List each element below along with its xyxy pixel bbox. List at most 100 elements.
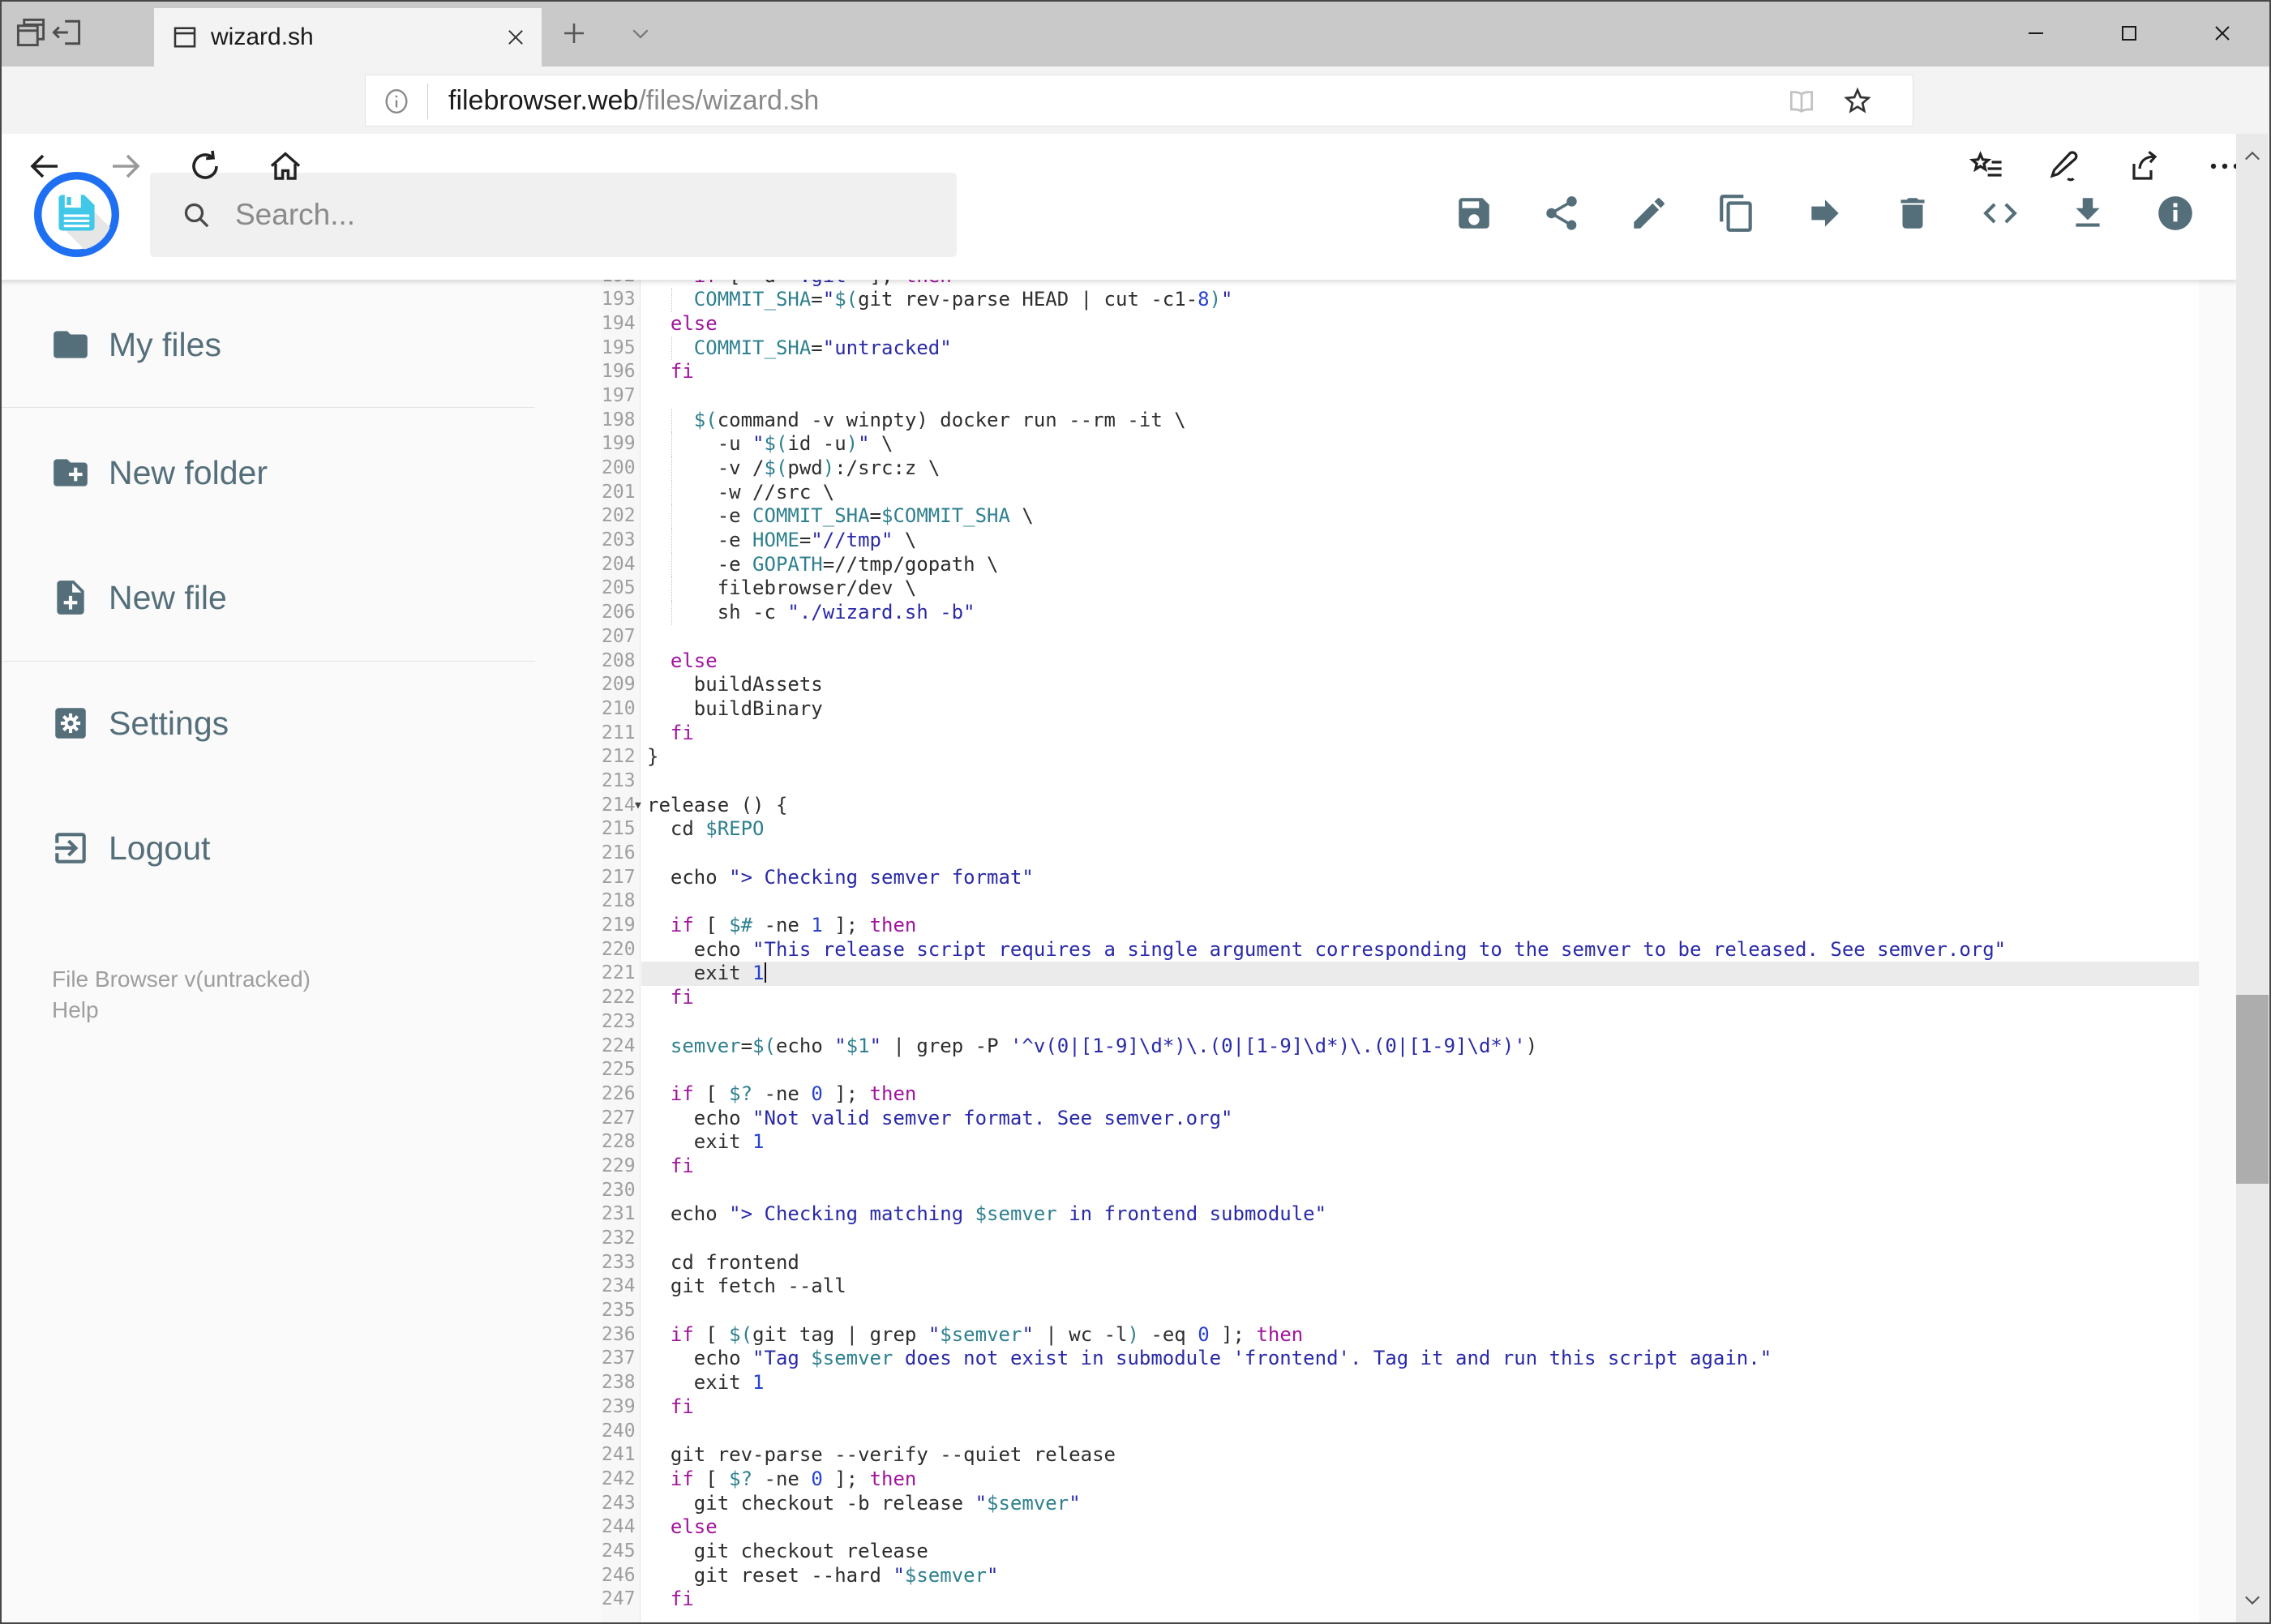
code-line[interactable]: 237 echo "Tag $semver does not exist in … [602, 1347, 2199, 1371]
code-line[interactable]: 241 git rev-parse --verify --quiet relea… [602, 1443, 2199, 1468]
forward-icon[interactable] [106, 147, 145, 186]
window-maximize-button[interactable] [2093, 0, 2166, 66]
set-tabs-aside-icon[interactable] [49, 15, 84, 50]
code-button[interactable] [1980, 193, 2020, 234]
window-minimize-button[interactable] [1999, 0, 2072, 66]
hub-favorites-icon[interactable] [1967, 147, 2006, 186]
code-line[interactable]: 244 else [602, 1515, 2199, 1540]
code-line[interactable]: 239 fi [602, 1395, 2199, 1420]
annotate-pen-icon[interactable] [2046, 147, 2085, 186]
code-line[interactable]: 221 exit 1 [602, 962, 2199, 986]
code-line[interactable]: 201 -w //src \ [602, 480, 2199, 505]
code-line[interactable]: 223 [602, 1010, 2199, 1035]
page-scrollbar[interactable] [2236, 134, 2269, 1622]
favorite-star-icon[interactable] [1841, 85, 1874, 118]
code-line[interactable]: 193 COMMIT_SHA="$(git rev-parse HEAD | c… [602, 288, 2199, 312]
code-line[interactable]: 192 if [ -d ".git" ]; then [602, 280, 2199, 288]
sidebar-item-new-folder[interactable]: New folder [0, 450, 551, 495]
window-close-button[interactable] [2186, 0, 2259, 66]
code-editor[interactable]: 192 if [ -d ".git" ]; then193 COMMIT_SHA… [602, 280, 2199, 1624]
delete-button[interactable] [1892, 193, 1933, 234]
code-line[interactable]: 213 [602, 769, 2199, 794]
code-line[interactable]: 219 if [ $# -ne 1 ]; then [602, 914, 2199, 938]
code-line[interactable]: 212} [602, 745, 2199, 769]
reading-view-icon[interactable] [1786, 86, 1817, 117]
code-line[interactable]: 217 echo "> Checking semver format" [602, 866, 2199, 890]
code-line[interactable]: 238 exit 1 [602, 1371, 2199, 1395]
download-button[interactable] [2067, 193, 2108, 234]
share-button[interactable] [1541, 193, 1582, 234]
code-line[interactable]: 225 [602, 1058, 2199, 1082]
copy-button[interactable] [1716, 193, 1757, 234]
code-line[interactable]: 200 -v /$(pwd):/src:z \ [602, 456, 2199, 481]
scroll-down-icon[interactable] [2241, 1588, 2264, 1611]
code-line[interactable]: 228 exit 1 [602, 1130, 2199, 1155]
scroll-up-icon[interactable] [2241, 145, 2264, 168]
edit-button[interactable] [1629, 193, 1669, 234]
code-line[interactable]: 224 semver=$(echo "$1" | grep -P '^v(0|[… [602, 1035, 2199, 1059]
info-button[interactable] [2155, 193, 2196, 234]
code-line[interactable]: 199 -u "$(id -u)" \ [602, 432, 2199, 456]
code-line[interactable]: 198 $(command -v winpty) docker run --rm… [602, 408, 2199, 433]
code-line[interactable]: 227 echo "Not valid semver format. See s… [602, 1107, 2199, 1131]
code-line[interactable]: 211 fi [602, 722, 2199, 746]
help-link[interactable]: Help [52, 997, 99, 1023]
address-bar[interactable]: filebrowser.web/files/wizard.sh [365, 75, 1913, 126]
sidebar-item-my-files[interactable]: My files [0, 322, 551, 367]
code-line[interactable]: 242 if [ $? -ne 0 ]; then [602, 1468, 2199, 1492]
code-line[interactable]: 226 if [ $? -ne 0 ]; then [602, 1082, 2199, 1107]
code-line[interactable]: 229 fi [602, 1155, 2199, 1179]
search-input[interactable] [235, 173, 932, 257]
code-line[interactable]: 222 fi [602, 986, 2199, 1010]
code-line[interactable]: 246 git reset --hard "$semver" [602, 1564, 2199, 1588]
code-line[interactable]: 230 [602, 1179, 2199, 1203]
code-line[interactable]: 202 -e COMMIT_SHA=$COMMIT_SHA \ [602, 504, 2199, 529]
code-line[interactable]: 207 [602, 625, 2199, 649]
site-info-icon[interactable] [382, 87, 411, 116]
move-icon [1805, 193, 1845, 234]
back-icon[interactable] [25, 147, 64, 186]
code-line[interactable]: 240 [602, 1420, 2199, 1444]
code-line[interactable]: 206 sh -c "./wizard.sh -b" [602, 601, 2199, 625]
code-line[interactable]: 215 cd $REPO [602, 817, 2199, 842]
fold-marker-icon[interactable]: ▼ [635, 794, 641, 818]
code-line[interactable]: 195 COMMIT_SHA="untracked" [602, 336, 2199, 361]
sidebar-item-settings[interactable]: Settings [0, 701, 551, 746]
code-line[interactable]: 204 -e GOPATH=//tmp/gopath \ [602, 552, 2199, 577]
save-button[interactable] [1454, 193, 1494, 234]
code-line[interactable]: 214 ▼ release () { [602, 794, 2199, 818]
code-line[interactable]: 209 buildAssets [602, 673, 2199, 697]
sidebar-item-new-file[interactable]: New file [0, 575, 551, 620]
code-line[interactable]: 232 [602, 1227, 2199, 1251]
code-line[interactable]: 208 else [602, 649, 2199, 674]
home-icon[interactable] [266, 147, 305, 186]
code-line[interactable]: 236 if [ $(git tag | grep "$semver" | wc… [602, 1323, 2199, 1348]
code-line[interactable]: 247 fi [602, 1588, 2199, 1612]
code-line[interactable]: 245 git checkout release [602, 1540, 2199, 1564]
code-line[interactable]: 203 -e HOME="//tmp" \ [602, 529, 2199, 553]
sidebar-item-logout[interactable]: Logout [0, 825, 551, 871]
scrollbar-thumb[interactable] [2236, 995, 2269, 1184]
refresh-icon[interactable] [186, 147, 225, 186]
code-line[interactable]: 196 fi [602, 360, 2199, 384]
code-line[interactable]: 234 git fetch --all [602, 1275, 2199, 1299]
sidebar-item-label: Logout [109, 829, 211, 867]
tab-close-icon[interactable] [504, 26, 527, 49]
tab-preview-icon[interactable] [13, 15, 49, 50]
tab-list-chevron-icon[interactable] [628, 21, 653, 45]
code-line[interactable]: 220 echo "This release script requires a… [602, 938, 2199, 962]
code-line[interactable]: 197 [602, 384, 2199, 409]
new-tab-button[interactable] [559, 19, 589, 48]
share-icon[interactable] [2126, 147, 2165, 186]
code-line[interactable]: 218 [602, 889, 2199, 914]
code-line[interactable]: 243 git checkout -b release "$semver" [602, 1492, 2199, 1516]
code-line[interactable]: 216 [602, 842, 2199, 866]
code-line[interactable]: 194 else [602, 312, 2199, 336]
browser-tab[interactable]: wizard.sh [154, 8, 542, 66]
code-line[interactable]: 235 [602, 1299, 2199, 1323]
code-line[interactable]: 210 buildBinary [602, 697, 2199, 722]
code-line[interactable]: 231 echo "> Checking matching $semver in… [602, 1202, 2199, 1227]
code-line[interactable]: 205 filebrowser/dev \ [602, 576, 2199, 601]
move-button[interactable] [1805, 193, 1845, 234]
code-line[interactable]: 233 cd frontend [602, 1251, 2199, 1275]
